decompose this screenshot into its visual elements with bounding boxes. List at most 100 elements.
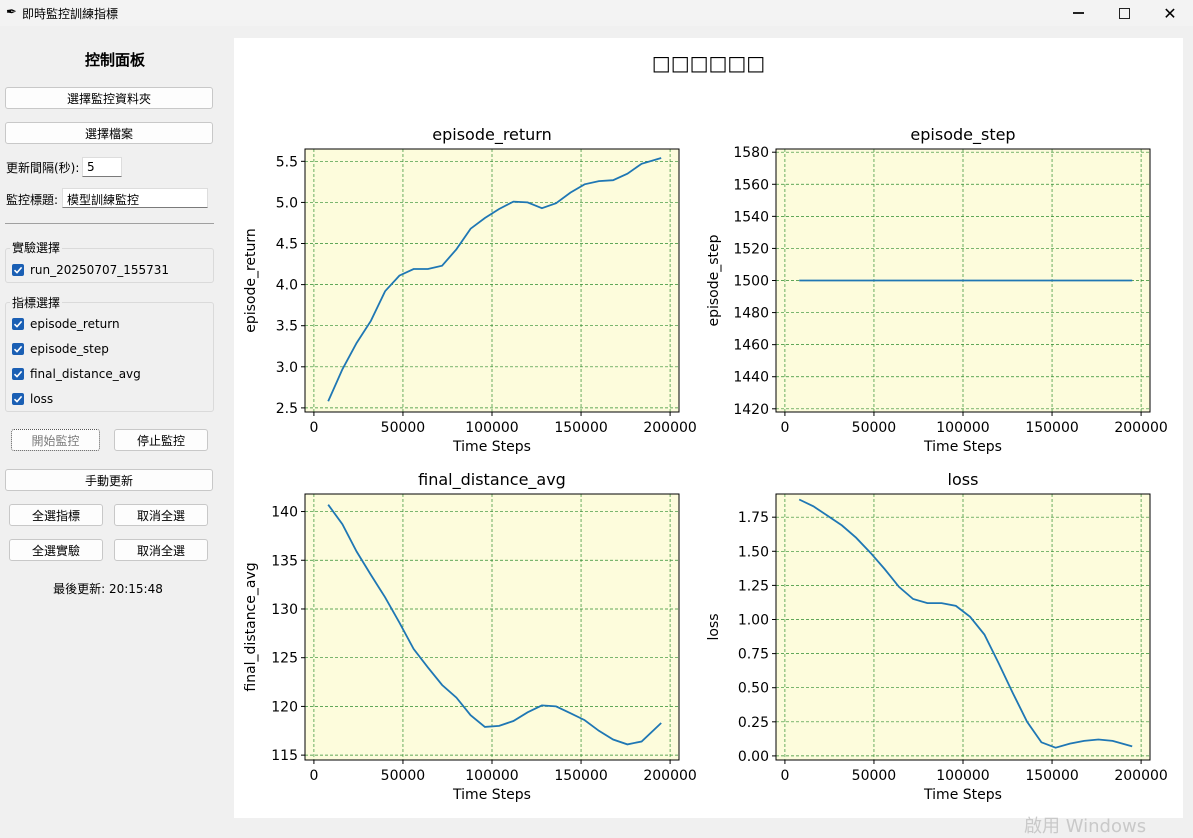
y-tick-label: 1.50 [738, 544, 769, 560]
y-axis-label: episode_step [706, 234, 722, 326]
checkbox-checked-icon [12, 264, 24, 276]
x-tick-label: 50000 [381, 420, 426, 436]
y-tick-label: 1500 [733, 274, 769, 290]
x-tick-label: 150000 [1025, 768, 1078, 784]
x-tick-label: 0 [780, 768, 789, 784]
metric-label: episode_step [30, 342, 109, 356]
chart-episode-return: 0 50000 100000 150000 200000 2.5 3.0 3.5 4.0 4.5 5… [243, 125, 697, 455]
select-all-experiments-button[interactable]: 全選實驗 [9, 539, 103, 561]
select-folder-button[interactable]: 選擇監控資料夾 [5, 87, 213, 109]
chart-title: loss [948, 470, 979, 489]
y-tick-label: 1420 [733, 402, 769, 418]
x-tick-label: 200000 [1114, 420, 1167, 436]
metric-checkbox-episode-step[interactable]: episode_step [12, 342, 109, 356]
chart-episode-step: 0 50000 100000 150000 200000 1420 1440 1460 1480… [706, 125, 1168, 455]
close-icon: ✕ [1163, 3, 1177, 23]
x-tick-label: 100000 [936, 420, 989, 436]
y-axis-label: loss [706, 613, 722, 640]
clear-experiments-button[interactable]: 取消全選 [114, 539, 208, 561]
x-tick-label: 0 [309, 420, 318, 436]
metric-label: final_distance_avg [30, 367, 141, 381]
chart-final-distance-avg: 0 50000 100000 150000 200000 115 120 125 130 135 1… [243, 470, 697, 803]
y-tick-label: 135 [271, 553, 298, 569]
separator [5, 223, 214, 224]
y-tick-label: 1480 [733, 306, 769, 322]
y-axis-label: episode_return [243, 228, 259, 333]
checkbox-checked-icon [12, 393, 24, 405]
y-tick-label: 1.00 [738, 612, 769, 628]
monitor-title-input[interactable]: 模型訓練監控 [62, 188, 208, 208]
x-tick-label: 200000 [1114, 768, 1167, 784]
y-tick-label: 0.00 [738, 749, 769, 765]
clear-metrics-button[interactable]: 取消全選 [114, 504, 208, 526]
y-tick-label: 1440 [733, 370, 769, 386]
x-tick-label: 50000 [852, 420, 897, 436]
manual-update-button[interactable]: 手動更新 [5, 469, 213, 491]
x-tick-label: 50000 [852, 768, 897, 784]
interval-label: 更新間隔(秒): [6, 161, 80, 175]
x-tick-label: 150000 [554, 420, 607, 436]
interval-input[interactable]: 5 [82, 157, 122, 177]
minimize-icon [1072, 12, 1084, 14]
metric-checkbox-loss[interactable]: loss [12, 392, 53, 406]
y-tick-label: 5.5 [276, 154, 298, 170]
last-update-text: 最後更新: 20:15:48 [53, 582, 163, 596]
metric-checkbox-episode-return[interactable]: episode_return [12, 317, 120, 331]
x-axis-label: Time Steps [923, 439, 1002, 455]
experiment-checkbox[interactable]: run_20250707_155731 [12, 263, 169, 277]
y-tick-label: 1.25 [738, 578, 769, 594]
y-tick-label: 140 [271, 505, 298, 521]
activate-windows-watermark: 啟用 Windows [1024, 816, 1147, 837]
monitor-title-label: 監控標題: [6, 193, 59, 207]
select-all-metrics-button[interactable]: 全選指標 [9, 504, 103, 526]
metric-checkbox-final-distance-avg[interactable]: final_distance_avg [12, 367, 141, 381]
window-title: 即時監控訓練指標 [22, 7, 119, 21]
experiment-group-title: 實驗選擇 [10, 239, 63, 256]
stop-monitor-button[interactable]: 停止監控 [114, 429, 208, 451]
y-tick-label: 1560 [733, 177, 769, 193]
y-tick-label: 115 [271, 748, 298, 764]
y-tick-label: 2.5 [276, 401, 298, 417]
checkbox-checked-icon [12, 343, 24, 355]
y-tick-label: 125 [271, 651, 298, 667]
plot-canvas: □□□□□□ 0 50000 100000 150000 200000 2.5 3.0 3.5… [234, 38, 1183, 818]
minimize-button[interactable] [1055, 0, 1101, 26]
y-tick-label: 0.50 [738, 681, 769, 697]
y-tick-label: 4.5 [276, 237, 298, 253]
y-tick-label: 1460 [733, 338, 769, 354]
panel-title: 控制面板 [84, 51, 145, 69]
x-tick-label: 200000 [643, 768, 696, 784]
x-tick-label: 150000 [1025, 420, 1078, 436]
close-button[interactable]: ✕ [1147, 0, 1193, 26]
maximize-icon [1118, 7, 1130, 19]
x-tick-label: 0 [309, 768, 318, 784]
chart-loss: 0 50000 100000 150000 200000 0.00 0.25 0.50 0.75… [706, 470, 1168, 803]
checkbox-checked-icon [12, 368, 24, 380]
maximize-button[interactable] [1101, 0, 1147, 26]
charts-figure: 0 50000 100000 150000 2000002.53.03.54.04.55… [243, 125, 1168, 803]
y-tick-label: 1580 [733, 145, 769, 161]
experiment-label: run_20250707_155731 [30, 263, 170, 277]
y-axis-label: final_distance_avg [243, 562, 259, 691]
y-tick-label: 5.0 [276, 195, 298, 211]
y-tick-label: 1.75 [738, 510, 769, 526]
x-tick-label: 100000 [936, 768, 989, 784]
metric-label: episode_return [30, 317, 120, 331]
y-tick-label: 3.0 [276, 360, 298, 376]
chart-title: episode_step [910, 125, 1015, 145]
metric-label: loss [30, 392, 54, 406]
chart-title: final_distance_avg [418, 470, 566, 490]
feather-app-icon: ✒ [6, 5, 17, 20]
title-bar: ✒ 即時監控訓練指標 ✕ [0, 0, 1193, 26]
chart-title: episode_return [432, 125, 552, 145]
start-monitor-button[interactable]: 開始監控 [11, 429, 100, 451]
select-file-button[interactable]: 選擇檔案 [5, 122, 213, 144]
y-tick-label: 1520 [733, 241, 769, 257]
x-tick-label: 100000 [465, 768, 518, 784]
y-tick-label: 1540 [733, 209, 769, 225]
x-axis-label: Time Steps [452, 439, 531, 455]
y-tick-label: 130 [271, 602, 298, 618]
y-tick-label: 4.0 [276, 278, 298, 294]
y-tick-label: 120 [271, 699, 298, 715]
checkbox-checked-icon [12, 318, 24, 330]
